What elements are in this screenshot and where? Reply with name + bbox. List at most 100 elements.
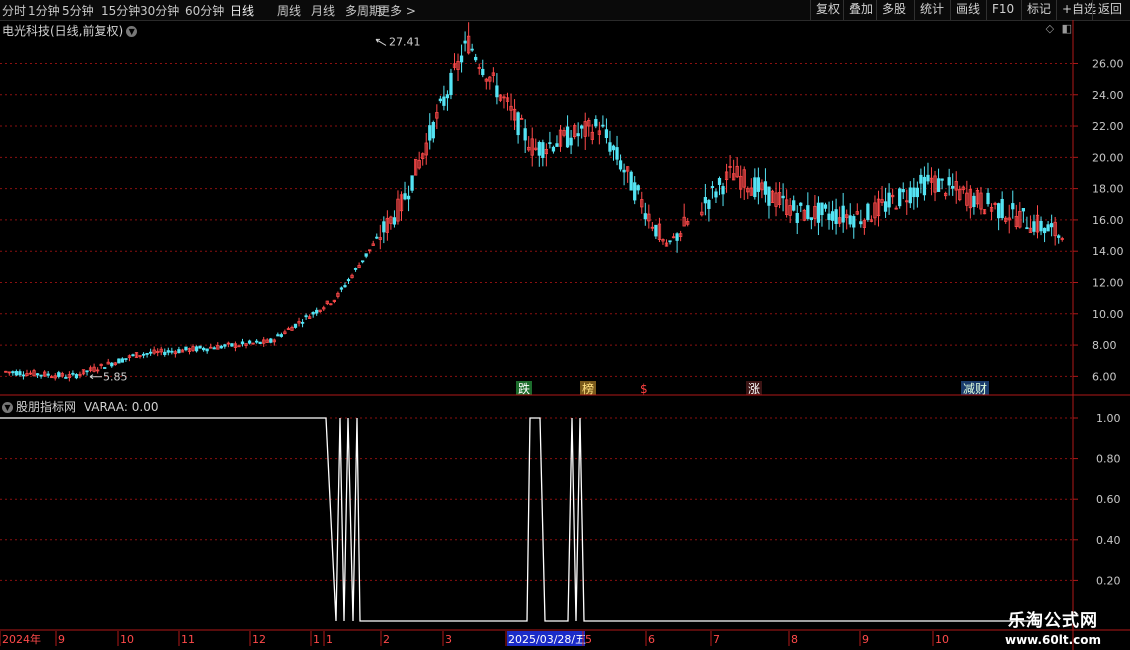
- candle-body: [477, 67, 481, 69]
- candle-body: [1057, 235, 1061, 238]
- candle-body: [576, 133, 580, 137]
- period-5[interactable]: 60分钟: [185, 2, 224, 19]
- price-tick-label: 8.00: [1092, 339, 1117, 352]
- toolbar-button-1[interactable]: 叠加: [843, 0, 878, 20]
- indicator-tick-label: 0.80: [1096, 453, 1121, 466]
- candle-body: [1004, 217, 1008, 222]
- diamond-icon[interactable]: ◇: [1046, 22, 1054, 35]
- candle-body: [989, 206, 994, 212]
- indicator-tick-label: 0.40: [1096, 534, 1121, 547]
- candle-body: [682, 216, 686, 227]
- candle-body: [848, 215, 852, 225]
- candle-body: [562, 130, 566, 136]
- candle-body: [926, 174, 930, 182]
- time-label: 12: [252, 633, 266, 646]
- price-tick-label: 24.00: [1092, 89, 1124, 102]
- candle-body: [919, 174, 923, 184]
- toolbar-button-5[interactable]: F10: [986, 0, 1019, 20]
- candle-body: [343, 285, 347, 288]
- candle-body: [537, 141, 541, 156]
- candle-body: [551, 146, 556, 152]
- period-10[interactable]: 更多 >: [378, 2, 416, 19]
- candle-body: [339, 287, 344, 290]
- candle-body: [622, 169, 626, 173]
- candle-body: [721, 186, 725, 195]
- event-tag-bg: [516, 381, 532, 395]
- candle-body: [965, 192, 969, 206]
- candle-body: [792, 200, 796, 211]
- period-1[interactable]: 1分钟: [28, 2, 60, 19]
- candle-body: [643, 213, 647, 220]
- candle-body: [922, 176, 927, 196]
- candle-body: [883, 201, 888, 212]
- candle-body: [802, 209, 806, 221]
- high-marker: [375, 38, 387, 46]
- candle-body: [219, 345, 223, 349]
- candle-body: [1018, 211, 1022, 228]
- candle-body: [410, 175, 414, 191]
- candle-body: [816, 202, 821, 223]
- candle-body: [459, 55, 464, 63]
- period-6[interactable]: 日线: [230, 2, 254, 19]
- period-2[interactable]: 5分钟: [62, 2, 94, 19]
- candle-body: [975, 190, 980, 205]
- watermark-title: 乐淘公式网: [1008, 611, 1098, 631]
- candle-body: [509, 105, 513, 111]
- candle-body: [936, 178, 941, 192]
- toolbar-button-3[interactable]: 统计: [914, 0, 949, 20]
- candle-body: [452, 63, 457, 68]
- candle-body: [396, 198, 400, 222]
- candle-body: [216, 345, 220, 350]
- candle-body: [392, 217, 397, 225]
- candle-body: [633, 182, 637, 201]
- candle-body: [7, 371, 11, 374]
- candle-body: [544, 148, 549, 155]
- candle-body: [958, 188, 962, 201]
- indicator-line: [0, 417, 1040, 622]
- toolbar-button-8[interactable]: 返回: [1092, 0, 1127, 20]
- candle-body: [21, 374, 26, 377]
- candle-body: [806, 205, 810, 219]
- candle-body: [85, 370, 89, 373]
- period-8[interactable]: 月线: [311, 2, 335, 19]
- candle-body: [209, 346, 213, 349]
- period-9[interactable]: 多周期: [345, 2, 381, 19]
- candle-body: [852, 216, 856, 228]
- price-tick-label: 20.00: [1092, 151, 1124, 164]
- chevron-down-icon[interactable]: ▼: [2, 402, 13, 413]
- candle-body: [763, 181, 768, 195]
- candle-body: [194, 346, 199, 352]
- candle-body: [534, 147, 538, 150]
- candle-body: [141, 353, 146, 356]
- candle-body: [35, 373, 40, 376]
- toolbar-button-2[interactable]: 多股: [876, 0, 911, 20]
- candle-body: [572, 125, 577, 138]
- candle-body: [541, 142, 545, 158]
- candle-body: [25, 373, 29, 376]
- indicator-tick-label: 0.60: [1096, 493, 1121, 506]
- period-7[interactable]: 周线: [277, 2, 301, 19]
- chevron-down-icon[interactable]: ▼: [126, 26, 138, 37]
- candle-body: [1053, 221, 1057, 237]
- window-icon[interactable]: ◧: [1062, 22, 1072, 35]
- candle-body: [438, 98, 443, 102]
- candle-body: [495, 85, 499, 98]
- toolbar-button-4[interactable]: 画线: [950, 0, 985, 20]
- candle-body: [428, 125, 432, 141]
- period-4[interactable]: 30分钟: [140, 2, 179, 19]
- period-3[interactable]: 15分钟: [101, 2, 140, 19]
- toolbar-button-0[interactable]: 复权: [810, 0, 845, 20]
- candle-body: [57, 372, 61, 377]
- candle-body: [290, 326, 294, 331]
- period-0[interactable]: 分时: [2, 2, 26, 19]
- candle-body: [32, 370, 36, 377]
- candle-body: [233, 343, 238, 348]
- candle-body: [74, 374, 79, 379]
- indicator-tick-label: 0.20: [1096, 574, 1121, 587]
- candle-body: [767, 186, 771, 206]
- time-label: 8: [791, 633, 798, 646]
- toolbar-button-6[interactable]: 标记: [1021, 0, 1056, 20]
- candle-body: [103, 367, 107, 369]
- candle-body: [618, 160, 623, 170]
- candle-body: [371, 243, 375, 246]
